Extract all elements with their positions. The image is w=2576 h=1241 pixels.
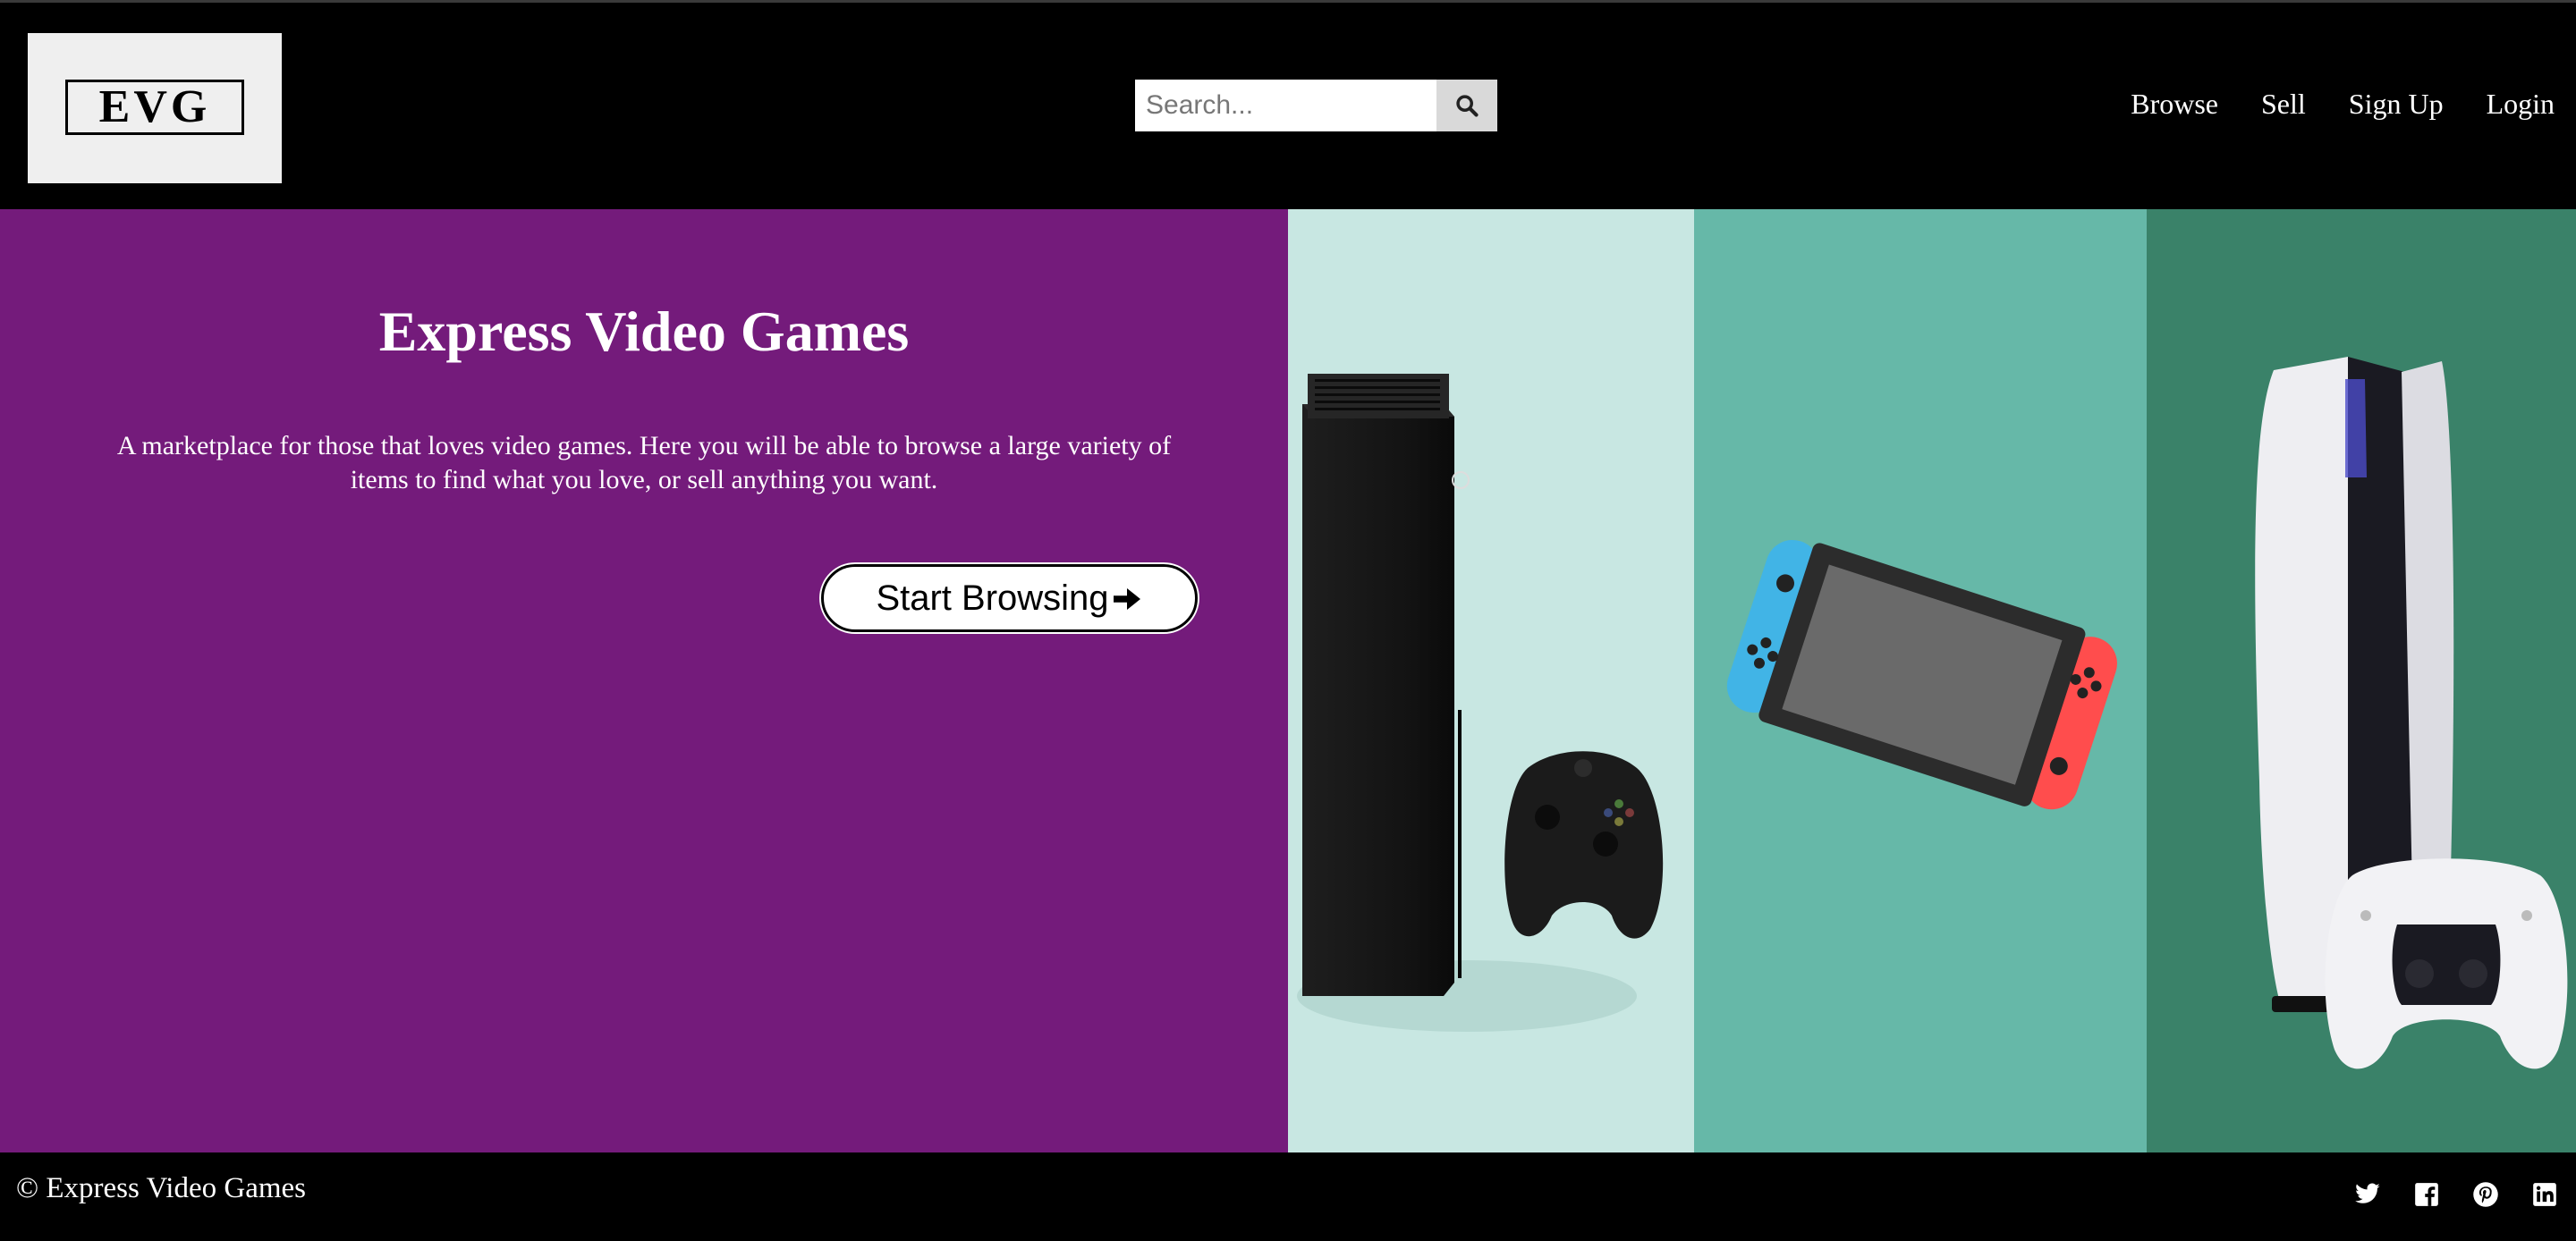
- main-nav: Browse Sell Sign Up Login: [2131, 87, 2555, 121]
- hero-title: Express Video Games: [378, 300, 910, 363]
- search-input[interactable]: [1135, 80, 1436, 131]
- consoles-image: [1288, 209, 2576, 1152]
- nintendo-switch-image: [1694, 209, 2147, 1152]
- social-links: [2352, 1179, 2560, 1210]
- hero-description: A marketplace for those that loves video…: [116, 431, 1172, 494]
- pinterest-icon[interactable]: [2470, 1179, 2501, 1210]
- start-browsing-button[interactable]: Start Browsing: [821, 564, 1198, 632]
- site-header: EVG Browse Sell Sign Up Login: [0, 0, 2576, 209]
- xbox-series-x-image: [1288, 209, 1694, 1152]
- search-bar: [1135, 80, 1497, 131]
- search-button[interactable]: [1436, 80, 1497, 131]
- hero-section: Express Video Games A marketplace for th…: [0, 209, 1288, 1152]
- start-browsing-label: Start Browsing: [876, 578, 1109, 618]
- site-footer: © Express Video Games: [0, 1152, 2576, 1241]
- logo-text: EVG: [98, 81, 211, 132]
- search-icon: [1456, 95, 1479, 117]
- arrow-right-icon: [1113, 588, 1140, 610]
- twitter-icon[interactable]: [2352, 1179, 2383, 1210]
- logo-frame: EVG: [65, 80, 244, 135]
- nav-sign-up[interactable]: Sign Up: [2349, 87, 2444, 121]
- nav-sell[interactable]: Sell: [2261, 87, 2306, 121]
- facebook-icon[interactable]: [2411, 1179, 2442, 1210]
- playstation-5-image: [2147, 209, 2576, 1152]
- copyright-text: © Express Video Games: [16, 1172, 307, 1204]
- nav-login[interactable]: Login: [2487, 87, 2555, 121]
- logo[interactable]: EVG: [28, 33, 282, 183]
- nav-browse[interactable]: Browse: [2131, 87, 2218, 121]
- linkedin-icon[interactable]: [2529, 1179, 2560, 1210]
